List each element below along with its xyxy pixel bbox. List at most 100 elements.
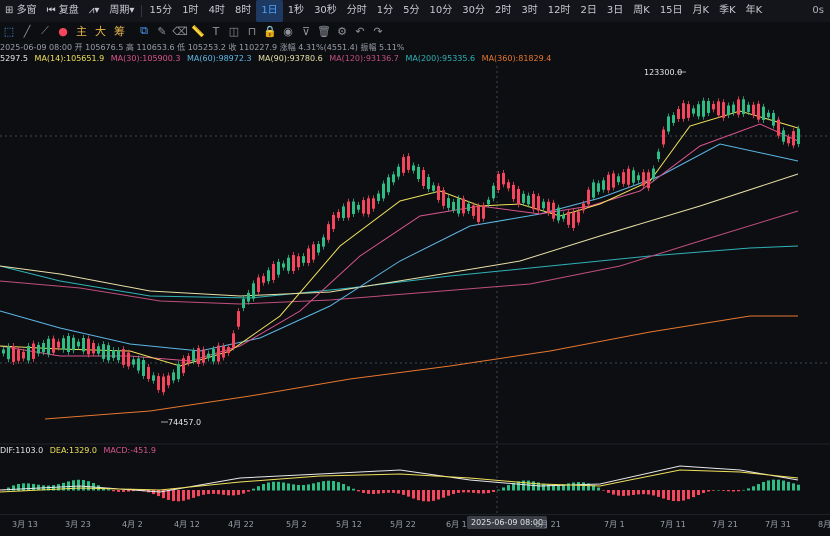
timeframe-tab[interactable]: 3时 bbox=[516, 0, 542, 22]
magnet-icon[interactable]: ⊓ bbox=[243, 23, 261, 39]
timeframe-tab[interactable]: 30分 bbox=[457, 0, 490, 22]
multi-window-button[interactable]: ⊞ 多窗 bbox=[0, 0, 42, 22]
timeframe-tab[interactable]: 1时 bbox=[177, 0, 203, 22]
main-indicator-tab[interactable]: 主 bbox=[72, 23, 91, 39]
pencil-icon[interactable]: ✎ bbox=[153, 23, 171, 39]
ma14-value: MA(14):105651.9 bbox=[34, 54, 105, 63]
candle-body bbox=[522, 193, 525, 203]
dot-marker-icon[interactable]: ● bbox=[54, 23, 72, 39]
macd-bar bbox=[367, 490, 370, 494]
candle-body bbox=[457, 198, 460, 214]
candle-body bbox=[602, 180, 605, 190]
timeframe-tab[interactable]: 3日 bbox=[602, 0, 628, 22]
candle-body bbox=[287, 257, 290, 271]
candle-body bbox=[362, 200, 365, 214]
macd-bar bbox=[382, 490, 385, 494]
eye-icon[interactable]: ◉ bbox=[279, 23, 297, 39]
candle-body bbox=[2, 349, 5, 354]
chart-type-button[interactable]: ⩘▾ bbox=[84, 0, 105, 22]
candle-body bbox=[7, 346, 10, 360]
timeframe-tab[interactable]: 12时 bbox=[543, 0, 576, 22]
period-dropdown[interactable]: 周期▾ bbox=[104, 0, 139, 22]
timeframe-tab[interactable]: 1日 bbox=[256, 0, 283, 22]
candle-body bbox=[357, 204, 360, 210]
delete-icon[interactable]: 🗑 bbox=[315, 23, 333, 39]
chips-tab[interactable]: 筹 bbox=[110, 23, 129, 39]
timeframe-tabs: 15分 1时 4时 8时 1日 1秒 30秒 分时 1分 5分 10分 30分 2时 3时 12时 2日 3日周… bbox=[144, 0, 767, 22]
timeframe-tab[interactable]: 2时 bbox=[490, 0, 516, 22]
macd-bar bbox=[787, 481, 790, 491]
candle-body bbox=[402, 157, 405, 173]
macd-bar bbox=[797, 484, 800, 491]
timeframe-tab[interactable]: 月K bbox=[688, 0, 715, 22]
timeframe-tab[interactable]: 8时 bbox=[230, 0, 256, 22]
timeframe-tab[interactable]: 5分 bbox=[398, 0, 424, 22]
lock-icon[interactable]: 🔒 bbox=[261, 23, 279, 39]
toolbar-divider bbox=[141, 5, 143, 17]
ma200-value: MA(200):95335.6 bbox=[405, 54, 476, 63]
layers-icon[interactable]: ◫ bbox=[225, 23, 243, 39]
crop-tool-icon[interactable]: ⧉ bbox=[135, 23, 153, 39]
timeframe-tab[interactable]: 2日 bbox=[576, 0, 602, 22]
candle-body bbox=[412, 165, 415, 171]
macd-bar bbox=[432, 490, 435, 501]
timeframe-tab[interactable]: 15分 bbox=[144, 0, 177, 22]
macd-bar bbox=[742, 489, 745, 491]
candle-body bbox=[582, 203, 585, 211]
timeframe-tab[interactable]: 1分 bbox=[372, 0, 398, 22]
filter-icon[interactable]: ⊽ bbox=[297, 23, 315, 39]
timeframe-tab[interactable]: 1秒 bbox=[283, 0, 309, 22]
select-tool-icon[interactable]: ⬚ bbox=[0, 23, 18, 39]
candle-body bbox=[447, 198, 450, 208]
candle-body bbox=[172, 372, 175, 381]
candle-body bbox=[737, 99, 740, 115]
replay-label: 复盘 bbox=[58, 5, 79, 16]
time-axis-label: 6月 1 bbox=[446, 520, 467, 529]
ma90-line bbox=[0, 173, 799, 297]
redo-icon[interactable]: ↷ bbox=[369, 23, 387, 39]
candle-body bbox=[487, 199, 490, 205]
candle-body bbox=[222, 346, 225, 358]
macd-bar bbox=[462, 490, 465, 493]
big-order-tab[interactable]: 大 bbox=[91, 23, 110, 39]
candle-body bbox=[342, 206, 345, 219]
timeframe-tab[interactable]: 10分 bbox=[425, 0, 458, 22]
candle-body bbox=[727, 105, 730, 116]
eraser-icon[interactable]: ⌫ bbox=[171, 23, 189, 39]
candle-body bbox=[607, 174, 610, 191]
macd-bar bbox=[682, 490, 685, 501]
candle-body bbox=[322, 237, 325, 247]
candle-body bbox=[27, 345, 30, 361]
settings-icon[interactable]: ⚙ bbox=[333, 23, 351, 39]
candle-body bbox=[542, 201, 545, 209]
candle-body bbox=[477, 206, 480, 222]
text-tool-icon[interactable]: T bbox=[207, 23, 225, 39]
timeframe-tab[interactable]: 季K bbox=[714, 0, 741, 22]
line-tool-icon[interactable]: ╱ bbox=[18, 23, 36, 39]
time-axis-label: 7月 31 bbox=[765, 520, 791, 529]
timeframe-tab[interactable]: 周K bbox=[628, 0, 655, 22]
candle-body bbox=[512, 184, 515, 200]
candle-body bbox=[617, 176, 620, 183]
timeframe-tab[interactable]: 分时 bbox=[342, 0, 372, 22]
replay-button[interactable]: ⏮ 复盘 bbox=[42, 0, 84, 22]
macd-bar bbox=[407, 490, 410, 497]
ma120-value: MA(120):93136.7 bbox=[329, 54, 399, 63]
candle-body bbox=[87, 338, 90, 355]
timeframe-tab[interactable]: 4时 bbox=[204, 0, 230, 22]
candle-body bbox=[197, 348, 200, 364]
timeframe-tab[interactable]: 15日 bbox=[655, 0, 688, 22]
undo-icon[interactable]: ↶ bbox=[351, 23, 369, 39]
candle-body bbox=[557, 207, 560, 221]
timeframe-tab[interactable]: 30秒 bbox=[309, 0, 342, 22]
ruler-icon[interactable]: 📏 bbox=[189, 23, 207, 39]
candle-body bbox=[382, 183, 385, 199]
ma30-value: MA(30):105900.3 bbox=[110, 54, 181, 63]
macd-bar bbox=[352, 488, 355, 491]
candle-body bbox=[277, 261, 280, 275]
time-axis-label: 6月 21 bbox=[535, 520, 561, 529]
ma200-line bbox=[0, 245, 799, 299]
timeframe-tab[interactable]: 年K bbox=[741, 0, 768, 22]
ray-tool-icon[interactable]: ⟋ bbox=[36, 23, 54, 39]
candle-body bbox=[722, 102, 725, 118]
